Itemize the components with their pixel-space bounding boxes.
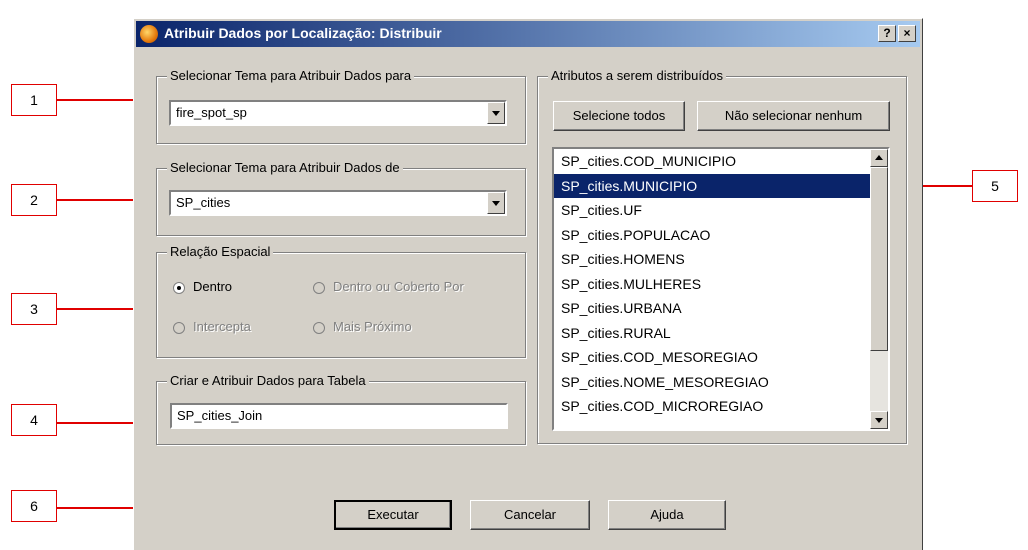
radio-dentro-label: Dentro — [193, 279, 233, 294]
radio-dot — [313, 281, 325, 294]
callout-2: 2 — [11, 184, 57, 216]
help-button[interactable]: Ajuda — [608, 500, 726, 530]
callout-2-arrow — [57, 199, 135, 201]
attributes-list-items: SP_cities.COD_MUNICIPIO SP_cities.MUNICI… — [554, 149, 872, 419]
select-none-button[interactable]: Não selecionar nenhum — [697, 101, 890, 131]
scroll-up-icon[interactable] — [870, 149, 888, 167]
select-all-button[interactable]: Selecione todos — [553, 101, 685, 131]
list-item[interactable]: SP_cities.POPULACAO — [554, 223, 872, 248]
execute-button[interactable]: Executar — [334, 500, 452, 530]
target-theme-legend: Selecionar Tema para Atribuir Dados para — [167, 68, 415, 83]
source-theme-group: Selecionar Tema para Atribuir Dados de S… — [156, 160, 526, 236]
radio-dentro[interactable]: Dentro — [173, 279, 232, 294]
attributes-scrollbar[interactable] — [870, 149, 888, 429]
source-theme-legend: Selecionar Tema para Atribuir Dados de — [167, 160, 403, 175]
list-item[interactable]: SP_cities.MULHERES — [554, 272, 872, 297]
callout-6: 6 — [11, 490, 57, 522]
app-icon — [140, 25, 158, 43]
list-item[interactable]: SP_cities.RURAL — [554, 321, 872, 346]
attributes-legend: Atributos a serem distribuídos — [548, 68, 726, 83]
radio-mais-proximo-label: Mais Próximo — [333, 319, 412, 334]
title-bar[interactable]: Atribuir Dados por Localização: Distribu… — [136, 21, 920, 47]
help-title-button[interactable]: ? — [878, 25, 896, 42]
radio-dot — [313, 321, 325, 334]
callout-1-arrow — [57, 99, 135, 101]
list-item-selected[interactable]: SP_cities.MUNICIPIO — [554, 173, 872, 198]
list-item[interactable]: SP_cities.COD_MUNICIPIO — [554, 149, 872, 174]
close-button[interactable]: × — [898, 25, 916, 42]
dialog-window: Atribuir Dados por Localização: Distribu… — [133, 18, 923, 550]
chevron-down-icon[interactable] — [487, 192, 505, 214]
radio-mais-proximo[interactable]: Mais Próximo — [313, 319, 412, 334]
output-table-legend: Criar e Atribuir Dados para Tabela — [167, 373, 369, 388]
list-item[interactable]: SP_cities.COD_MESOREGIAO — [554, 345, 872, 370]
scroll-thumb[interactable] — [870, 167, 888, 351]
list-item[interactable]: SP_cities.NOME_MESOREGIAO — [554, 370, 872, 395]
callout-5-arrow — [916, 185, 972, 187]
radio-dot — [173, 321, 185, 334]
callout-4-arrow — [57, 422, 135, 424]
callout-4: 4 — [11, 404, 57, 436]
list-item[interactable]: SP_cities.COD_MICROREGIAO — [554, 394, 872, 419]
target-theme-value: fire_spot_sp — [176, 105, 247, 120]
target-theme-select[interactable]: fire_spot_sp — [169, 100, 507, 126]
radio-dot — [173, 281, 185, 294]
radio-intercepta[interactable]: Intercepta — [173, 319, 251, 334]
radio-intercepta-label: Intercepta — [193, 319, 251, 334]
cancel-button[interactable]: Cancelar — [470, 500, 590, 530]
callout-5: 5 — [972, 170, 1018, 202]
execute-button-label: Executar — [367, 507, 419, 522]
callout-3-arrow — [57, 308, 135, 310]
scroll-down-icon[interactable] — [870, 411, 888, 429]
cancel-button-label: Cancelar — [503, 507, 557, 522]
radio-dentro-ou-coberto-label: Dentro ou Coberto Por — [333, 279, 464, 294]
callout-3: 3 — [11, 293, 57, 325]
target-theme-group: Selecionar Tema para Atribuir Dados para… — [156, 68, 526, 144]
list-item[interactable]: SP_cities.UF — [554, 198, 872, 223]
source-theme-value: SP_cities — [176, 195, 231, 210]
list-item[interactable]: SP_cities.HOMENS — [554, 247, 872, 272]
output-table-input[interactable]: SP_cities_Join — [170, 403, 508, 429]
spatial-relation-legend: Relação Espacial — [167, 244, 274, 259]
chevron-down-icon[interactable] — [487, 102, 505, 124]
help-button-label: Ajuda — [650, 507, 684, 522]
dialog-title: Atribuir Dados por Localização: Distribu… — [164, 25, 442, 41]
radio-dentro-ou-coberto[interactable]: Dentro ou Coberto Por — [313, 279, 464, 294]
spatial-relation-group: Relação Espacial Dentro Dentro ou Cobert… — [156, 244, 526, 358]
callout-1: 1 — [11, 84, 57, 116]
source-theme-select[interactable]: SP_cities — [169, 190, 507, 216]
attributes-list[interactable]: SP_cities.COD_MUNICIPIO SP_cities.MUNICI… — [552, 147, 890, 431]
list-item[interactable]: SP_cities.URBANA — [554, 296, 872, 321]
